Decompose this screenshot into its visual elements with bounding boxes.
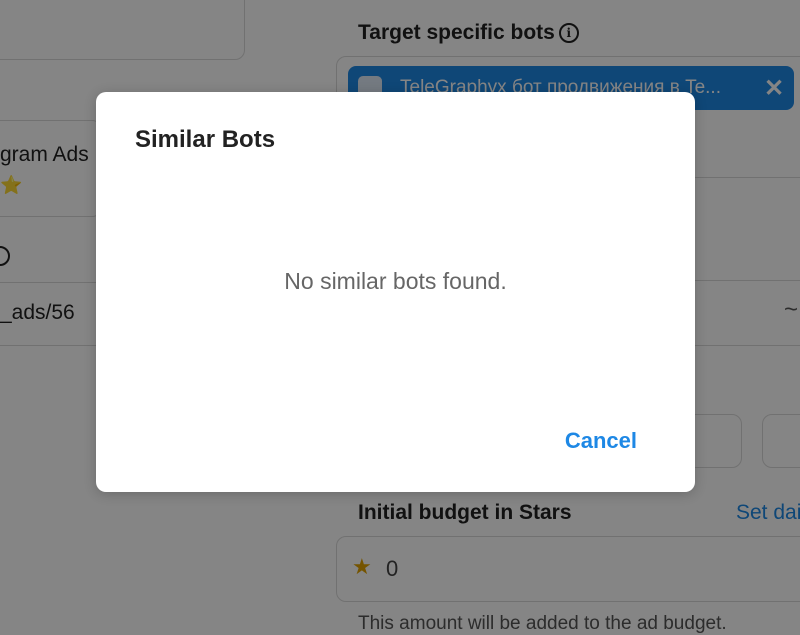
empty-state-message: No similar bots found.: [284, 268, 507, 294]
dialog-title: Similar Bots: [135, 126, 276, 153]
cancel-button[interactable]: Cancel: [565, 428, 637, 454]
similar-bots-dialog: Similar Bots No similar bots found. Canc…: [96, 92, 695, 492]
